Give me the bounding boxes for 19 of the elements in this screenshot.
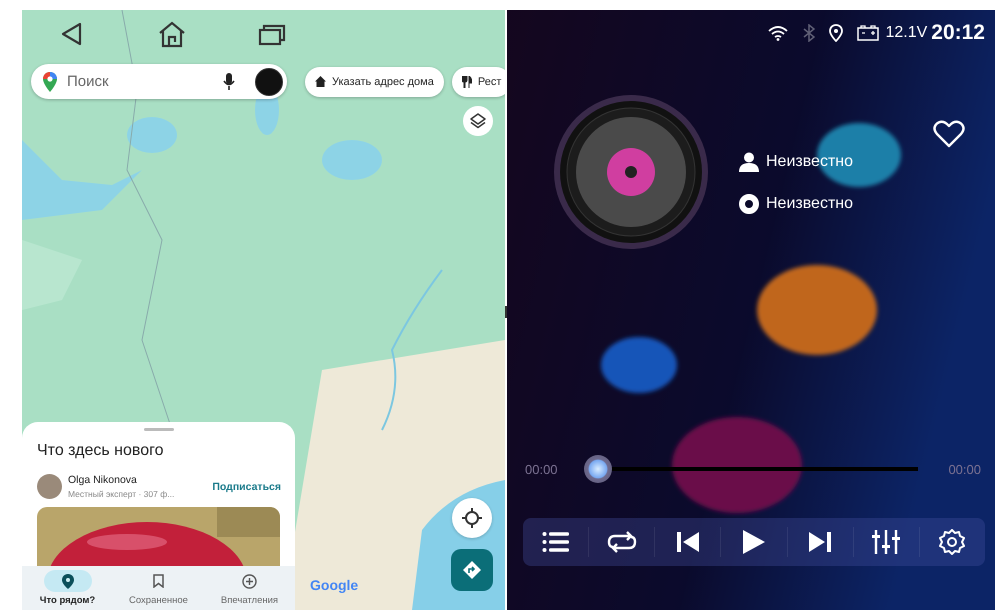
list-icon <box>542 531 570 553</box>
total-time: 00:00 <box>948 462 981 476</box>
clock: 20:12 <box>931 21 985 45</box>
heart-icon[interactable] <box>933 120 965 148</box>
split-handle[interactable] <box>505 306 507 318</box>
disc-icon <box>739 194 759 214</box>
skip-forward-icon <box>808 531 832 553</box>
elapsed-time: 00:00 <box>525 462 558 476</box>
progress-track[interactable] <box>584 455 918 483</box>
gear-icon <box>939 529 966 555</box>
vinyl-disc-icon <box>553 94 709 250</box>
album-name: Неизвестно <box>766 195 854 213</box>
sliders-icon <box>872 529 900 555</box>
artist-name: Неизвестно <box>766 153 854 171</box>
play-icon <box>742 529 766 555</box>
person-icon <box>739 152 759 172</box>
skip-back-icon <box>676 531 700 553</box>
repeat-icon <box>606 530 637 554</box>
voltage-reading: 12.1V <box>885 24 928 42</box>
